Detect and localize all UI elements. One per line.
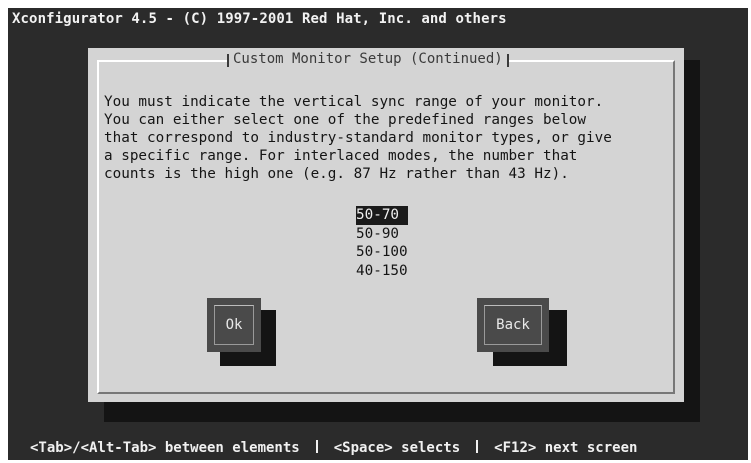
dialog-title: Custom Monitor Setup (Continued) (227, 51, 509, 67)
app-title: Xconfigurator 4.5 - (C) 1997-2001 Red Ha… (12, 11, 507, 27)
ok-button-label: Ok (214, 305, 254, 345)
help-f12: <F12> next screen (494, 440, 638, 456)
message-line: You can either select one of the predefi… (104, 112, 587, 128)
custom-monitor-dialog: Custom Monitor Setup (Continued) You mus… (88, 48, 684, 402)
range-option-50-90[interactable]: 50-90 (356, 225, 408, 244)
back-button[interactable]: Back (477, 298, 549, 352)
help-tab: <Tab>/<Alt-Tab> between elements (30, 440, 300, 456)
sync-range-listbox[interactable]: 50-70 50-90 50-100 40-150 (356, 206, 408, 280)
message-line: a specific range. For interlaced modes, … (104, 148, 578, 164)
console-screen: Xconfigurator 4.5 - (C) 1997-2001 Red Ha… (8, 8, 748, 460)
help-separator (315, 440, 318, 453)
back-button-label: Back (484, 305, 542, 345)
message-line: counts is the high one (e.g. 87 Hz rathe… (104, 166, 569, 182)
message-line: that correspond to industry-standard mon… (104, 130, 612, 146)
dialog-message: You must indicate the vertical sync rang… (104, 93, 668, 183)
help-space: <Space> selects (333, 440, 461, 456)
help-bar: <Tab>/<Alt-Tab> between elements <Space> … (30, 440, 637, 456)
ok-button[interactable]: Ok (207, 298, 261, 352)
message-line: You must indicate the vertical sync rang… (104, 94, 604, 110)
help-separator (476, 440, 479, 453)
range-option-40-150[interactable]: 40-150 (356, 262, 408, 281)
range-option-50-70[interactable]: 50-70 (356, 206, 408, 225)
range-option-50-100[interactable]: 50-100 (356, 243, 408, 262)
